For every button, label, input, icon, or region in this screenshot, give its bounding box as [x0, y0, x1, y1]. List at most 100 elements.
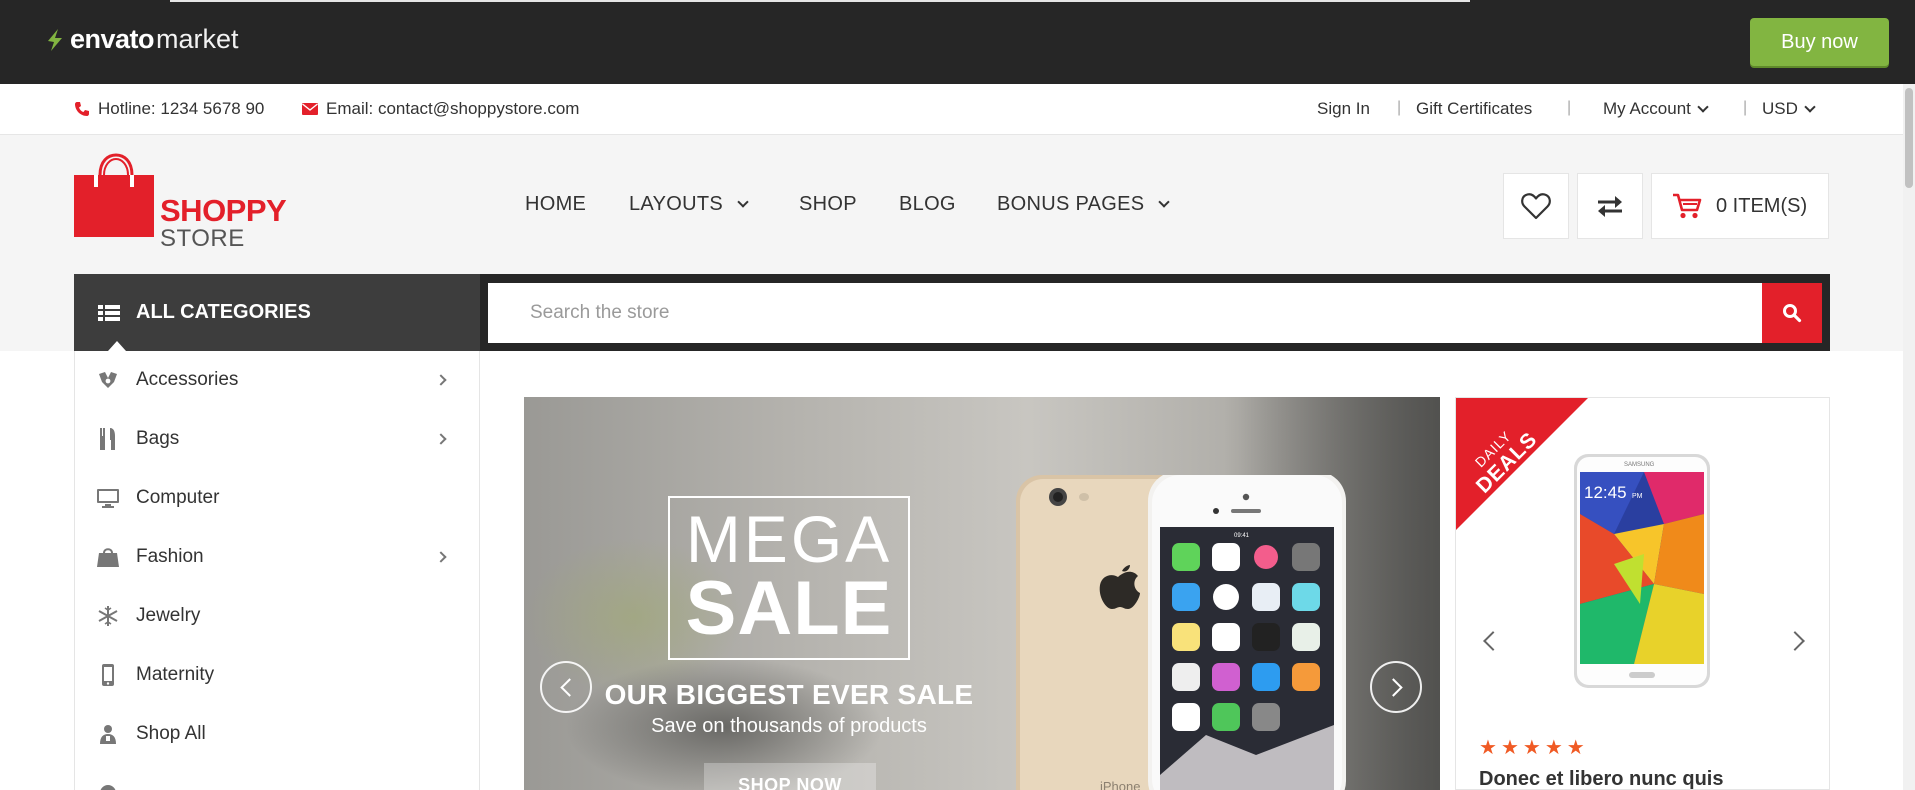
category-item-bags[interactable]: Bags	[75, 410, 479, 468]
currency-label: USD	[1762, 99, 1798, 118]
page-scrollbar[interactable]	[1903, 84, 1915, 790]
logo-store: STORE	[160, 225, 245, 252]
phone-icon	[75, 102, 89, 116]
envato-logo[interactable]: envato market	[44, 24, 239, 55]
nav-label: BLOG	[899, 193, 956, 215]
nav-layouts[interactable]: LAYOUTS	[629, 193, 749, 216]
cart-icon	[1673, 193, 1702, 219]
deals-next-arrow[interactable]	[1785, 631, 1805, 651]
separator: |	[1567, 99, 1572, 116]
category-item-computer[interactable]: Computer	[75, 469, 479, 527]
heart-icon	[1521, 193, 1551, 220]
jewelry-icon	[97, 605, 119, 627]
compare-arrows-icon	[1598, 196, 1622, 217]
fashion-icon	[97, 546, 119, 568]
nav-bonus-pages[interactable]: BONUS PAGES	[997, 193, 1171, 216]
star-icon: ★	[1500, 737, 1519, 759]
my-account-label: My Account	[1603, 99, 1691, 118]
chevron-right-icon	[435, 551, 447, 563]
top-divider	[170, 0, 1470, 2]
bags-icon	[97, 428, 119, 450]
chevron-down-icon	[1158, 195, 1171, 208]
phone-time: 09:41	[1234, 533, 1250, 539]
deal-product-title[interactable]: Donec et libero nunc quis	[1479, 768, 1723, 789]
mega-sale-box: MEGA SALE	[668, 496, 910, 660]
category-label: Shop All	[136, 723, 206, 744]
iphone-image: 09:41 iPhone	[1016, 475, 1346, 790]
search-button[interactable]	[1762, 283, 1822, 343]
chevron-down-icon	[737, 195, 749, 208]
nav-blog[interactable]: BLOG	[899, 193, 956, 216]
cart-button[interactable]: 0 ITEM(S)	[1651, 173, 1829, 239]
hotline: Hotline: 1234 5678 90	[74, 99, 264, 119]
shop-now-button[interactable]: SHOP NOW	[704, 763, 876, 790]
envato-logo-text: envato	[70, 24, 155, 54]
category-label: Computer	[136, 487, 220, 508]
gift-certificates-link[interactable]: Gift Certificates	[1416, 99, 1532, 119]
banner-headline: OUR BIGGEST EVER SALE	[604, 679, 974, 710]
all-categories-toggle[interactable]: ALL CATEGORIES	[74, 274, 480, 351]
category-label: Fashion	[136, 546, 204, 567]
currency-dropdown[interactable]: USD	[1762, 99, 1816, 119]
separator: |	[1743, 99, 1748, 116]
chevron-right-icon	[435, 374, 447, 386]
slider-next-button[interactable]	[1370, 661, 1422, 713]
slider-prev-button[interactable]	[540, 661, 592, 713]
nav-label: SHOP	[799, 193, 857, 215]
star-icon: ★	[1566, 737, 1585, 759]
daily-deals-card: DAILY DEALS SAMSUNG 12:45 PM ★ ★ ★ ★ ★ Donec…	[1455, 397, 1830, 790]
compare-button[interactable]	[1577, 173, 1643, 239]
envelope-icon	[302, 103, 318, 115]
logo-shoppy: SHOPPY	[160, 193, 287, 228]
chevron-down-icon	[1804, 101, 1816, 113]
shoppy-store-logo[interactable]: SHOPPY STORE	[74, 153, 294, 252]
chevron-down-icon	[1697, 101, 1709, 113]
info-bar: Hotline: 1234 5678 90 Email: contact@sho…	[0, 84, 1903, 135]
page-root: envato market Buy now Hotline: 1234 5678…	[0, 0, 1915, 790]
star-icon: ★	[1544, 737, 1563, 759]
search-bar	[480, 274, 1830, 351]
banner-subtitle: Save on thousands of products	[651, 715, 927, 737]
list-icon	[98, 304, 120, 321]
search-icon	[1783, 304, 1802, 323]
nav-label: HOME	[525, 193, 587, 215]
star-icon: ★	[1479, 737, 1497, 759]
category-list: Accessories Bags Computer Fashion Jewelr…	[74, 351, 480, 790]
category-item-fashion[interactable]: Fashion	[75, 528, 479, 586]
shop-all-icon	[97, 723, 119, 745]
sale-text: SALE	[685, 566, 893, 651]
email: Email: contact@shoppystore.com	[302, 99, 579, 119]
maternity-icon	[97, 664, 119, 686]
iphone-label: iPhone	[1100, 779, 1140, 790]
scrollbar-thumb[interactable]	[1905, 88, 1913, 188]
envato-leaf-icon	[48, 28, 62, 51]
category-item-maternity[interactable]: Maternity	[75, 646, 479, 704]
wishlist-button[interactable]	[1503, 173, 1569, 239]
category-item-accessories[interactable]: Accessories	[75, 351, 479, 409]
buy-now-button[interactable]: Buy now	[1750, 18, 1889, 66]
all-categories-label: ALL CATEGORIES	[136, 301, 311, 323]
star-rating: ★ ★ ★ ★ ★	[1479, 735, 1585, 760]
category-label: Jewelry	[136, 605, 201, 626]
separator: |	[1397, 99, 1402, 116]
nav-label: BONUS PAGES	[997, 193, 1145, 215]
category-icon	[97, 782, 119, 790]
dropdown-notch	[108, 341, 126, 351]
tablet-brand: SAMSUNG	[1624, 462, 1655, 468]
category-item-more[interactable]	[75, 764, 479, 790]
nav-shop[interactable]: SHOP	[799, 193, 857, 216]
tablet-image[interactable]: SAMSUNG 12:45 PM	[1574, 454, 1710, 688]
envato-logo-market: market	[156, 24, 239, 54]
email-text: Email: contact@shoppystore.com	[326, 99, 580, 118]
sign-in-link[interactable]: Sign In	[1317, 99, 1370, 119]
chevron-left-icon	[559, 677, 579, 697]
deals-prev-arrow[interactable]	[1483, 631, 1503, 651]
search-input[interactable]	[488, 283, 1762, 343]
tablet-clock: 12:45	[1584, 483, 1627, 502]
envato-preview-bar: envato market Buy now	[0, 0, 1915, 84]
category-item-shop-all[interactable]: Shop All	[75, 705, 479, 763]
shopping-bag-icon	[74, 153, 154, 237]
my-account-dropdown[interactable]: My Account	[1603, 99, 1709, 119]
category-item-jewelry[interactable]: Jewelry	[75, 587, 479, 645]
nav-home[interactable]: HOME	[525, 193, 586, 216]
